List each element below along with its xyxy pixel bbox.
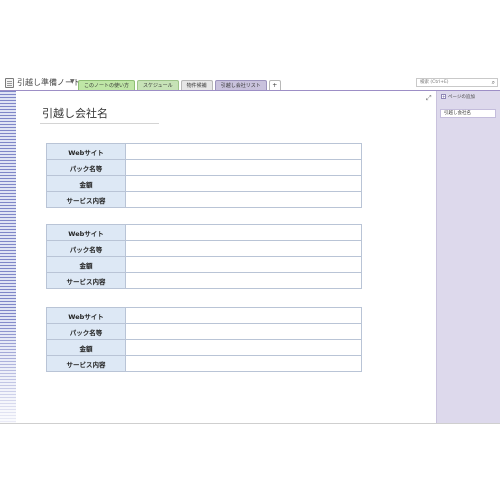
- value-service[interactable]: [125, 355, 362, 372]
- label-service: サービス内容: [46, 355, 126, 372]
- add-page-icon: +: [441, 94, 446, 99]
- table-row: Webサイト: [46, 224, 362, 241]
- add-section-button[interactable]: +: [268, 80, 281, 90]
- page-list-item[interactable]: 引越し会社名: [440, 109, 496, 118]
- label-service: サービス内容: [46, 191, 126, 208]
- company-table-3: Webサイト パック名等 金額 サービス内容: [46, 307, 362, 372]
- value-price[interactable]: [125, 256, 362, 273]
- label-website: Webサイト: [46, 224, 126, 241]
- table-row: サービス内容: [46, 355, 362, 372]
- label-price: 金額: [46, 175, 126, 192]
- section-tabs: このノートの使い方 スケジュール 物件候補 引越し会社リスト +: [78, 80, 283, 90]
- label-website: Webサイト: [46, 143, 126, 160]
- value-price[interactable]: [125, 175, 362, 192]
- table-row: サービス内容: [46, 272, 362, 289]
- add-page-button[interactable]: + ページの追加: [441, 94, 475, 100]
- notebook-icon[interactable]: [5, 78, 14, 88]
- window-bottom-border: [0, 423, 500, 424]
- onenote-window: 引越し準備ノート ▼ このノートの使い方 スケジュール 物件候補 引越し会社リス…: [0, 76, 500, 424]
- value-pack-name[interactable]: [125, 159, 362, 176]
- tab-property-candidates[interactable]: 物件候補: [180, 80, 213, 90]
- table-row: パック名等: [46, 159, 362, 176]
- search-input[interactable]: 検索 (Ctrl+E) ⌕: [416, 78, 498, 87]
- label-pack-name: パック名等: [46, 240, 126, 257]
- table-row: パック名等: [46, 240, 362, 257]
- tab-how-to-use[interactable]: このノートの使い方: [78, 80, 136, 90]
- expand-icon[interactable]: ⤢: [426, 94, 432, 103]
- value-price[interactable]: [125, 339, 362, 356]
- value-service[interactable]: [125, 272, 362, 289]
- chevron-down-icon[interactable]: ▼: [70, 78, 75, 85]
- add-page-label: ページの追加: [448, 95, 475, 100]
- label-website: Webサイト: [46, 307, 126, 324]
- table-row: パック名等: [46, 323, 362, 340]
- label-price: 金額: [46, 339, 126, 356]
- binding-fade: [0, 316, 16, 424]
- label-pack-name: パック名等: [46, 323, 126, 340]
- table-row: Webサイト: [46, 143, 362, 160]
- label-service: サービス内容: [46, 272, 126, 289]
- label-pack-name: パック名等: [46, 159, 126, 176]
- page-canvas[interactable]: ⤢ 引越し会社名 Webサイト パック名等 金額 サービス内容 Webサイト パ…: [16, 91, 437, 424]
- top-bar: 引越し準備ノート ▼ このノートの使い方 スケジュール 物件候補 引越し会社リス…: [0, 76, 500, 90]
- page-list-panel: + ページの追加 引越し会社名: [437, 91, 500, 424]
- table-row: 金額: [46, 175, 362, 192]
- label-price: 金額: [46, 256, 126, 273]
- value-website[interactable]: [125, 307, 362, 324]
- company-table-1: Webサイト パック名等 金額 サービス内容: [46, 143, 362, 208]
- value-pack-name[interactable]: [125, 240, 362, 257]
- tab-schedule[interactable]: スケジュール: [137, 80, 179, 90]
- table-row: 金額: [46, 339, 362, 356]
- search-placeholder: 検索 (Ctrl+E): [420, 80, 449, 85]
- tab-moving-company-list[interactable]: 引越し会社リスト: [214, 80, 267, 90]
- value-website[interactable]: [125, 224, 362, 241]
- value-website[interactable]: [125, 143, 362, 160]
- search-icon[interactable]: ⌕: [492, 79, 495, 87]
- title-underline: [40, 123, 159, 124]
- value-service[interactable]: [125, 191, 362, 208]
- table-row: 金額: [46, 256, 362, 273]
- table-row: サービス内容: [46, 191, 362, 208]
- page-title[interactable]: 引越し会社名: [42, 105, 108, 121]
- company-table-2: Webサイト パック名等 金額 サービス内容: [46, 224, 362, 289]
- value-pack-name[interactable]: [125, 323, 362, 340]
- table-row: Webサイト: [46, 307, 362, 324]
